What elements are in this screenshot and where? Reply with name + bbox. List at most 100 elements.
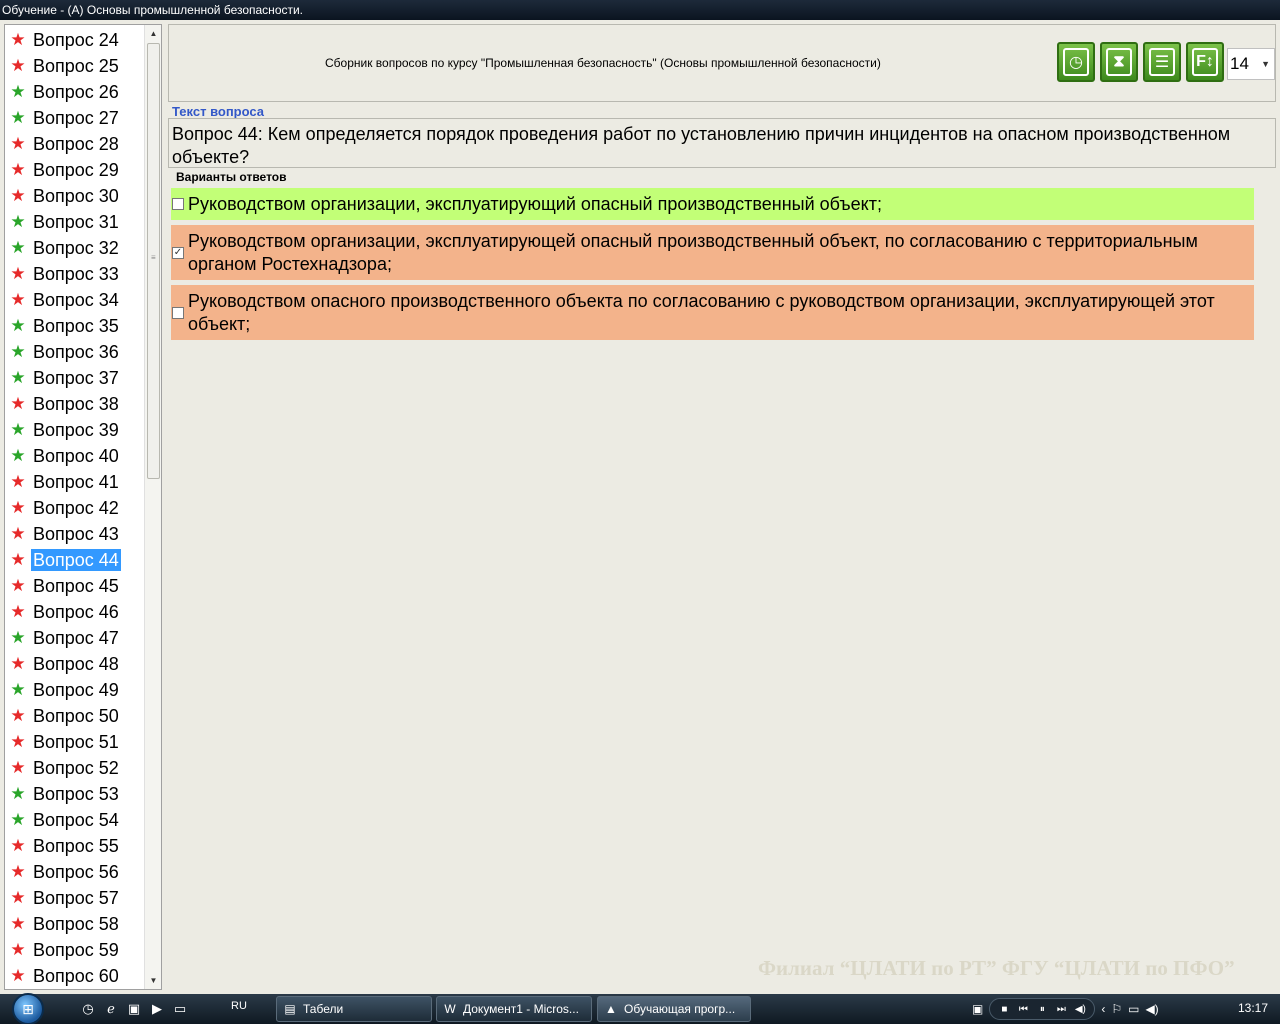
question-list-item-label: Вопрос 29 [33, 160, 119, 180]
question-list-item[interactable]: ★ Вопрос 37 [5, 365, 145, 391]
question-list-item[interactable]: ★ Вопрос 31 [5, 209, 145, 235]
question-list-items: ★ Вопрос 24 ★ Вопрос 25 ★ Вопрос 26 ★ Вопрос 27… [5, 27, 145, 989]
answer-option-2[interactable]: ✓ Руководством организации, эксплуатирую… [171, 225, 1254, 280]
question-list-item[interactable]: ★ Вопрос 49 [5, 677, 145, 703]
media-controls: ■ ⏮ ⏸ ⏭ ◀) [989, 998, 1096, 1020]
question-list-item[interactable]: ★ Вопрос 50 [5, 703, 145, 729]
question-list-item[interactable]: ★ Вопрос 30 [5, 183, 145, 209]
question-list-item[interactable]: ★ Вопрос 25 [5, 53, 145, 79]
question-list-item[interactable]: ★ Вопрос 57 [5, 885, 145, 911]
question-list-item[interactable]: ★ Вопрос 44 [5, 547, 145, 573]
question-list-item[interactable]: ★ Вопрос 34 [5, 287, 145, 313]
answer-checkbox-1[interactable] [172, 198, 184, 210]
question-list-item[interactable]: ★ Вопрос 28 [5, 131, 145, 157]
question-list-item[interactable]: ★ Вопрос 43 [5, 521, 145, 547]
question-list-item-label: Вопрос 35 [33, 316, 119, 336]
browser-icon[interactable]: ℯ [103, 1001, 119, 1017]
star-icon: ★ [10, 810, 26, 829]
question-list-item[interactable]: ★ Вопрос 26 [5, 79, 145, 105]
scroll-up-icon[interactable]: ▲ [145, 25, 161, 42]
media-player-icon[interactable]: ▶ [149, 1001, 165, 1017]
question-list-item[interactable]: ★ Вопрос 56 [5, 859, 145, 885]
taskbar-item-tabeli[interactable]: ▤ Табели [276, 996, 432, 1022]
question-list-item-label: Вопрос 54 [33, 810, 119, 830]
chevron-left-icon[interactable]: ‹ [1101, 1002, 1105, 1016]
timer-button[interactable]: ◷ [1057, 42, 1095, 82]
clock-icon: ◷ [1063, 48, 1089, 76]
question-list-item-label: Вопрос 57 [33, 888, 119, 908]
star-icon: ★ [10, 888, 26, 907]
question-list-item[interactable]: ★ Вопрос 32 [5, 235, 145, 261]
collection-title: Сборник вопросов по курсу "Промышленная … [325, 56, 881, 70]
taskbar-item-label: Обучающая прогр... [624, 1002, 736, 1016]
taskbar-item-training[interactable]: ▲ Обучающая прогр... [597, 996, 751, 1022]
question-list-item[interactable]: ★ Вопрос 55 [5, 833, 145, 859]
question-list-item[interactable]: ★ Вопрос 33 [5, 261, 145, 287]
question-list-item[interactable]: ★ Вопрос 58 [5, 911, 145, 937]
answer-option-3[interactable]: Руководством опасного производственного … [171, 285, 1254, 340]
question-list-item[interactable]: ★ Вопрос 46 [5, 599, 145, 625]
taskbar-item-label: Документ1 - Micros... [463, 1002, 579, 1016]
language-indicator[interactable]: RU [231, 1000, 247, 1012]
start-button[interactable]: ⊞ [4, 993, 52, 1024]
question-list-item[interactable]: ★ Вопрос 27 [5, 105, 145, 131]
question-list-item[interactable]: ★ Вопрос 53 [5, 781, 145, 807]
star-icon: ★ [10, 680, 26, 699]
question-list-item[interactable]: ★ Вопрос 36 [5, 339, 145, 365]
question-list-item[interactable]: ★ Вопрос 40 [5, 443, 145, 469]
speaker-icon[interactable]: ◀) [1145, 1002, 1158, 1016]
question-list-item[interactable]: ★ Вопрос 29 [5, 157, 145, 183]
scroll-down-icon[interactable]: ▼ [145, 972, 161, 989]
question-list-item[interactable]: ★ Вопрос 52 [5, 755, 145, 781]
question-list-scrollbar[interactable]: ▲ ≡ ▼ [144, 25, 161, 989]
question-list-item[interactable]: ★ Вопрос 24 [5, 27, 145, 53]
question-list-item[interactable]: ★ Вопрос 48 [5, 651, 145, 677]
star-icon: ★ [10, 446, 26, 465]
answer-option-1[interactable]: Руководством организации, эксплуатирующи… [171, 188, 1254, 220]
previous-icon[interactable]: ⏮ [1015, 1004, 1031, 1015]
hourglass-button[interactable]: ⧗ [1100, 42, 1138, 82]
star-icon: ★ [10, 290, 26, 309]
star-icon: ★ [10, 368, 26, 387]
question-list-item[interactable]: ★ Вопрос 59 [5, 937, 145, 963]
computer-icon[interactable]: ▭ [1128, 1002, 1139, 1016]
media-toolbar-icon[interactable]: ▣ [972, 1002, 983, 1016]
star-icon: ★ [10, 212, 26, 231]
star-icon: ★ [10, 732, 26, 751]
question-list-item[interactable]: ★ Вопрос 60 [5, 963, 145, 989]
font-size-select[interactable]: 14 ▼ [1227, 48, 1275, 80]
question-list-item[interactable]: ★ Вопрос 38 [5, 391, 145, 417]
question-list-item-label: Вопрос 44 [31, 549, 121, 571]
clock-app-icon[interactable]: ◷ [80, 1001, 96, 1017]
star-icon: ★ [10, 394, 26, 413]
question-list-item[interactable]: ★ Вопрос 42 [5, 495, 145, 521]
question-list-item[interactable]: ★ Вопрос 51 [5, 729, 145, 755]
answer-checkbox-2[interactable]: ✓ [172, 246, 184, 259]
star-icon: ★ [10, 784, 26, 803]
scrollbar-thumb[interactable]: ≡ [147, 43, 160, 479]
font-size-button[interactable]: F↕ [1186, 42, 1224, 82]
question-list-item[interactable]: ★ Вопрос 45 [5, 573, 145, 599]
show-desktop-icon[interactable]: ▭ [172, 1001, 188, 1017]
answer-text-3: Руководством опасного производственного … [188, 290, 1215, 334]
question-list-item[interactable]: ★ Вопрос 54 [5, 807, 145, 833]
volume-icon[interactable]: ◀) [1072, 1004, 1088, 1015]
list-button[interactable]: ☰ [1143, 42, 1181, 82]
next-icon[interactable]: ⏭ [1053, 1004, 1069, 1015]
pause-icon[interactable]: ⏸ [1034, 1004, 1050, 1015]
taskbar-item-document[interactable]: W Документ1 - Micros... [436, 996, 592, 1022]
toolbar: ◷ ⧗ ☰ F↕ [1057, 42, 1224, 82]
stop-icon[interactable]: ■ [996, 1004, 1012, 1015]
star-icon: ★ [10, 654, 26, 673]
star-icon: ★ [10, 706, 26, 725]
question-list-item-label: Вопрос 37 [33, 368, 119, 388]
question-list-item[interactable]: ★ Вопрос 35 [5, 313, 145, 339]
question-list-item[interactable]: ★ Вопрос 39 [5, 417, 145, 443]
clock[interactable]: 13:17 [1238, 1001, 1268, 1015]
question-list-item[interactable]: ★ Вопрос 47 [5, 625, 145, 651]
window-switch-icon[interactable]: ▣ [126, 1001, 142, 1017]
question-list-item[interactable]: ★ Вопрос 41 [5, 469, 145, 495]
answer-checkbox-3[interactable] [172, 306, 184, 319]
star-icon: ★ [10, 238, 26, 257]
network-icon[interactable]: ⚐ [1111, 1002, 1122, 1016]
